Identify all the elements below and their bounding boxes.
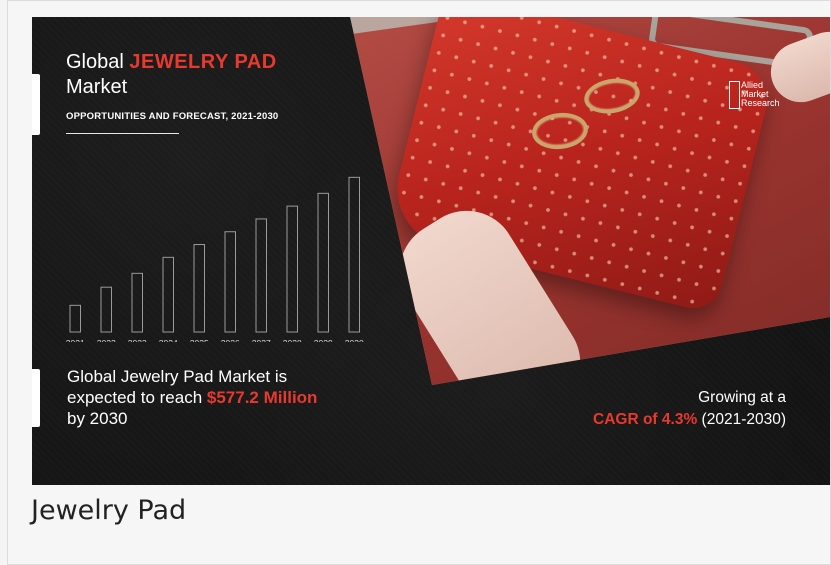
cagr-line-2: CAGR of 4.3% (2021-2030) [593,409,786,431]
market-banner-image: Allied Market Research Global JEWELRY PA… [32,17,830,485]
tick-label-2023: 2023 [128,338,147,342]
banner-subtitle: OPPORTUNITIES AND FORECAST, 2021-2030 [66,111,279,122]
bar-2021 [69,304,81,333]
title-accent-bar [32,74,40,135]
title-divider [66,133,179,134]
logo-mark-icon [729,81,740,109]
bar-2027 [255,218,267,333]
forecast-bar-chart: 2021 2022 2023 2024 2025 2026 2027 2028 2029 2030 [66,176,364,342]
cagr-line-1: Growing at a [698,389,786,406]
tick-label-2021: 2021 [66,338,85,342]
bar-2024 [162,256,174,333]
bar-2029 [317,192,329,333]
stat-line-3: by 2030 [67,409,128,428]
bar-2028 [286,205,298,333]
stat-line-2: expected to reach $577.2 Million [67,387,317,408]
bar-2022 [100,286,112,333]
content-card: Allied Market Research Global JEWELRY PA… [7,0,831,565]
tick-label-2025: 2025 [190,338,209,342]
bar-2030 [348,176,360,333]
stat-line-2-prefix: expected to reach [67,388,203,407]
cagr-statement: Growing at a CAGR of 4.3% (2021-2030) [593,387,786,431]
image-caption: Jewelry Pad [31,495,187,526]
banner-title-line2: Market [66,76,128,98]
title-accent: JEWELRY PAD [129,51,277,73]
tick-label-2028: 2028 [283,338,302,342]
allied-market-research-logo: Allied Market Research [729,79,801,119]
bar-2025 [193,244,205,333]
tick-label-2030: 2030 [345,338,364,342]
title-prefix: Global [66,51,124,73]
cagr-period: (2021-2030) [701,411,786,428]
banner-title: Global JEWELRY PAD [66,51,277,74]
bar-2023 [131,272,143,333]
stat-accent-bar [32,369,40,427]
logo-line-3: Research [741,98,780,108]
bar-2026 [224,231,236,333]
tick-label-2026: 2026 [221,338,240,342]
market-size-statement: Global Jewelry Pad Market is expected to… [67,366,317,429]
tick-label-2029: 2029 [314,338,333,342]
stat-line-1: Global Jewelry Pad Market is [67,367,288,386]
tick-label-2027: 2027 [252,338,271,342]
stat-value: $577.2 Million [206,388,318,407]
cagr-value: CAGR of 4.3% [593,411,698,428]
tick-label-2022: 2022 [97,338,116,342]
tick-label-2024: 2024 [159,338,178,342]
